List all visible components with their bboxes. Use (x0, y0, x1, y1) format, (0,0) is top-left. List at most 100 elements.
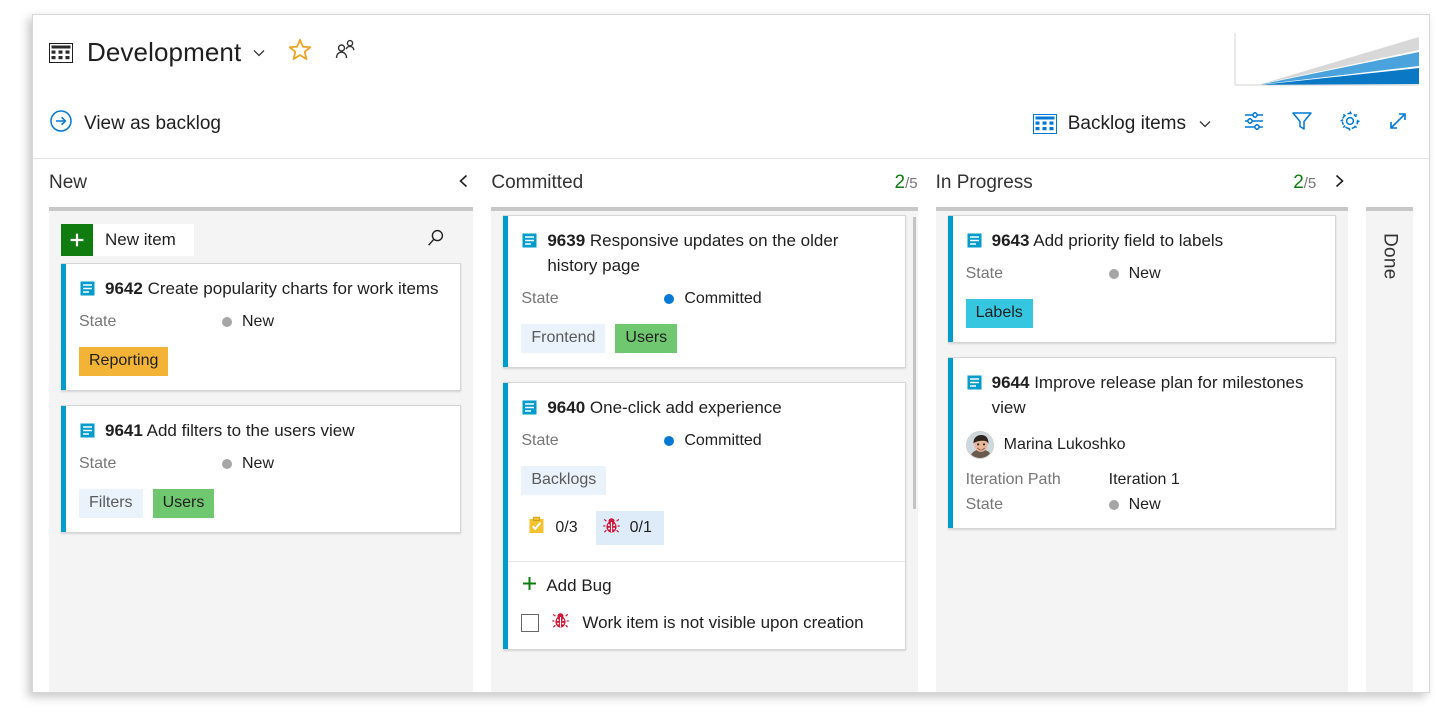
visibility-checkbox[interactable] (521, 614, 539, 632)
card-field-label: State (966, 496, 1109, 514)
toolbar-actions: Backlog items (1033, 108, 1411, 139)
task-checklist-icon (527, 516, 546, 540)
board-header: Development (33, 15, 1429, 89)
column-title: Committed (491, 172, 894, 194)
view-as-backlog-link[interactable]: View as backlog (49, 109, 221, 138)
card-field-value: New (222, 455, 274, 473)
card-assignee[interactable]: Marina Lukoshko (966, 431, 1322, 459)
assignee-name: Marina Lukoshko (1004, 436, 1126, 454)
card-field-label: State (521, 290, 664, 308)
task-counter[interactable]: 0/3 (521, 511, 589, 545)
card-title-row: 9643 Add priority field to labels (966, 228, 1322, 253)
card-field-label: State (966, 265, 1109, 283)
user-story-icon (966, 370, 983, 391)
state-dot (664, 294, 674, 304)
sliders-icon[interactable] (1241, 108, 1267, 139)
backlog-level-label: Backlog items (1068, 113, 1186, 135)
tag-chip[interactable]: Backlogs (521, 466, 606, 495)
board-title-row: Development (33, 15, 1429, 68)
board-card[interactable]: 9640 One-click add experience State Comm… (503, 382, 905, 650)
card-field-label: State (521, 432, 664, 450)
tag-chip[interactable]: Reporting (79, 347, 168, 376)
tag-chip[interactable]: Labels (966, 299, 1033, 328)
scrollbar-thumb[interactable] (913, 217, 916, 509)
column-wip-count: 2/5 (1293, 172, 1316, 194)
chevron-down-icon[interactable] (251, 45, 267, 61)
card-field-row: State New (966, 265, 1322, 283)
new-item-label: New item (93, 230, 194, 250)
card-tags: Labels (966, 299, 1322, 328)
backlog-level-picker[interactable]: Backlog items (1033, 113, 1213, 135)
column-body-done[interactable]: Done (1366, 207, 1413, 693)
card-title-row: 9639 Responsive updates on the older his… (521, 228, 890, 278)
tag-chip[interactable]: Users (153, 489, 215, 518)
card-field-row: State New (79, 455, 446, 473)
board-card[interactable]: 9644 Improve release plan for milestones… (948, 357, 1337, 529)
kanban-board-window: Development (32, 14, 1430, 693)
card-child-counters: 0/3 (521, 511, 890, 545)
add-bug-label: Add Bug (546, 576, 611, 596)
chevron-right-icon[interactable] (1330, 172, 1348, 195)
tag-chip[interactable]: Filters (79, 489, 143, 518)
card-title: 9643 Add priority field to labels (992, 228, 1224, 253)
column-body-in-progress: 9643 Add priority field to labels State … (936, 207, 1349, 693)
card-title-text: Responsive updates on the older history … (547, 231, 838, 275)
state-dot (222, 317, 232, 327)
board-grid-icon (49, 43, 73, 63)
card-id: 9640 (547, 398, 585, 417)
user-story-icon (79, 276, 96, 297)
chevron-left-icon[interactable] (455, 172, 473, 195)
card-field-value: Committed (664, 432, 761, 450)
board-column-in-progress: In Progress 2/5 (936, 159, 1349, 693)
board-columns: New New item (33, 159, 1429, 693)
card-title: 9639 Responsive updates on the older his… (547, 228, 890, 278)
tag-chip[interactable]: Users (615, 324, 677, 353)
people-icon[interactable] (333, 38, 357, 67)
card-title-text: Create popularity charts for work items (148, 279, 439, 298)
column-body-new: New item (49, 207, 473, 693)
card-tags: Frontend Users (521, 324, 890, 353)
card-title-row: 9642 Create popularity charts for work i… (79, 276, 446, 301)
arrow-right-circle-icon (49, 109, 73, 138)
board-card[interactable]: 9639 Responsive updates on the older his… (503, 215, 905, 368)
column-header-committed: Committed 2/5 (491, 159, 917, 207)
card-field-value: Committed (664, 290, 761, 308)
chevron-down-icon (1197, 116, 1213, 132)
board-card[interactable]: 9642 Create popularity charts for work i… (61, 263, 461, 391)
plus-icon (521, 575, 538, 597)
task-counter-text: 0/3 (555, 519, 577, 537)
column-body-committed: 9639 Responsive updates on the older his… (491, 207, 917, 693)
card-field-value-text: Committed (684, 432, 761, 450)
board-column-new: New New item (49, 159, 473, 693)
bug-counter[interactable]: 0/1 (596, 511, 664, 545)
card-field-value: New (1109, 496, 1161, 514)
card-id: 9642 (105, 279, 143, 298)
funnel-icon[interactable] (1289, 108, 1315, 139)
board-card[interactable]: 9643 Add priority field to labels State … (948, 215, 1337, 343)
expand-diagonal-icon[interactable] (1385, 108, 1411, 139)
new-item-button[interactable]: New item (61, 224, 194, 256)
card-id: 9644 (992, 373, 1030, 392)
column-title: In Progress (936, 172, 1294, 194)
card-title-row: 9641 Add filters to the users view (79, 418, 446, 443)
state-dot (222, 459, 232, 469)
plus-icon (61, 224, 93, 256)
add-bug-button[interactable]: Add Bug (521, 575, 890, 597)
card-divider (503, 561, 904, 562)
search-icon[interactable] (425, 227, 447, 254)
board-card[interactable]: 9641 Add filters to the users view State… (61, 405, 461, 533)
card-tags: Reporting (79, 347, 446, 376)
card-field-row: Iteration Path Iteration 1 (966, 471, 1322, 489)
board-column-done: Done (1366, 159, 1413, 693)
card-field-row: State New (966, 496, 1322, 514)
column-scrollbar[interactable] (913, 217, 916, 688)
tag-chip[interactable]: Frontend (521, 324, 605, 353)
bug-visibility-row: Work item is not visible upon creation (521, 611, 890, 635)
column-title: New (49, 172, 441, 194)
card-title-text: Add filters to the users view (147, 421, 355, 440)
card-field-label: State (79, 455, 222, 473)
gear-icon[interactable] (1337, 108, 1363, 139)
star-icon[interactable] (287, 37, 313, 68)
user-story-icon (521, 228, 538, 249)
card-field-value: Iteration 1 (1109, 471, 1180, 489)
